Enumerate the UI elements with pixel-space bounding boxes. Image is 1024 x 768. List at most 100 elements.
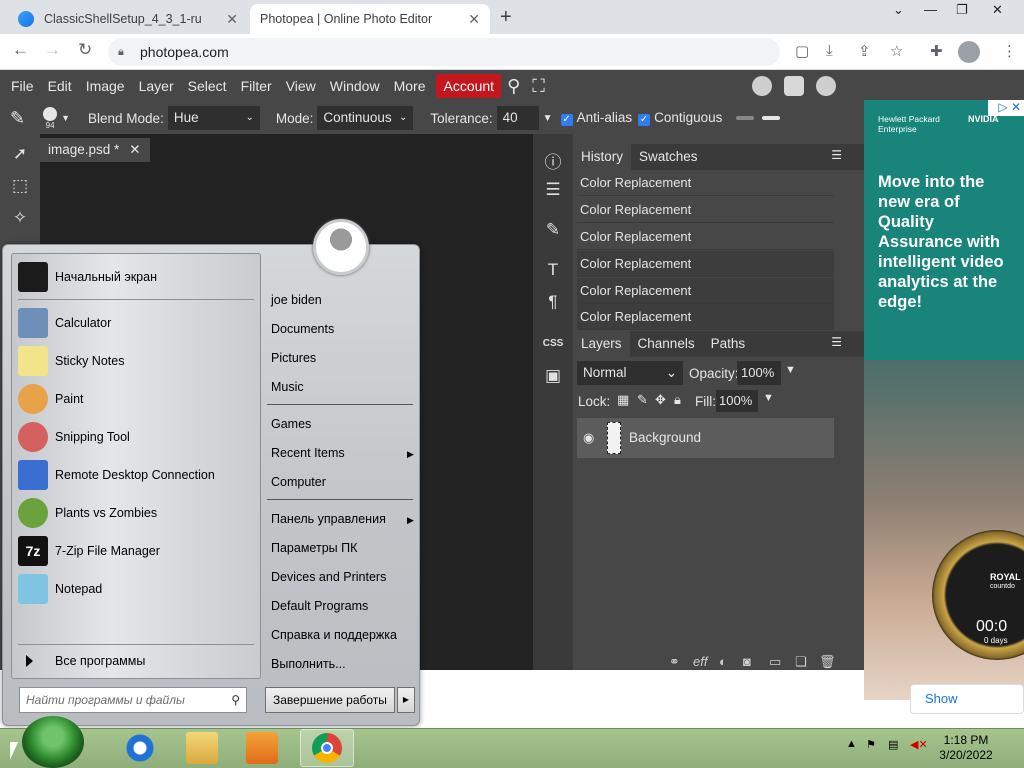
- layer-blend-select[interactable]: Normal ⌄: [577, 361, 683, 385]
- link-computer[interactable]: Computer: [271, 475, 326, 489]
- all-programs-button[interactable]: Все программы: [26, 654, 145, 668]
- show-hidden-icons-icon[interactable]: ▲: [846, 738, 857, 750]
- menu-edit[interactable]: Edit: [41, 74, 79, 98]
- effects-icon[interactable]: eff: [693, 654, 707, 669]
- link-pc-settings[interactable]: Параметры ПК: [271, 541, 357, 555]
- start-button[interactable]: [22, 716, 84, 768]
- text-icon[interactable]: T: [541, 260, 565, 284]
- lock-brush-icon[interactable]: ✎: [637, 392, 648, 408]
- move-tool-icon[interactable]: ➚: [8, 144, 32, 168]
- menu-window[interactable]: Window: [323, 74, 387, 98]
- menu-more[interactable]: More: [387, 74, 433, 98]
- menu-select[interactable]: Select: [181, 74, 234, 98]
- pressure-toggle-icon[interactable]: [736, 116, 755, 120]
- tab-paths[interactable]: Paths: [703, 331, 754, 357]
- internet-explorer-icon[interactable]: [124, 732, 156, 764]
- lock-move-icon[interactable]: ✥: [655, 392, 666, 408]
- menu-file[interactable]: File: [4, 74, 41, 98]
- tolerance-input[interactable]: 40: [496, 106, 539, 130]
- folder-icon[interactable]: ▭: [769, 654, 781, 670]
- history-item[interactable]: Color Replacement: [577, 278, 834, 304]
- link-games[interactable]: Games: [271, 417, 311, 431]
- ad-banner[interactable]: Hewlett Packard Enterprise NVIDIA Move i…: [864, 100, 1024, 700]
- taskbar-clock[interactable]: 1:18 PM 3/20/2022: [936, 733, 996, 763]
- adjustments-icon[interactable]: ☰: [541, 180, 565, 204]
- page-info-icon[interactable]: ▢: [795, 42, 809, 60]
- info-icon[interactable]: ⓘ: [541, 148, 565, 172]
- link-recent-items[interactable]: Recent Items: [271, 446, 345, 460]
- menu-view[interactable]: View: [279, 74, 323, 98]
- shutdown-button[interactable]: Завершение работы: [265, 687, 395, 713]
- tab-channels[interactable]: Channels: [630, 331, 703, 357]
- color-replace-tool-icon[interactable]: ✎: [10, 108, 25, 129]
- mask-icon[interactable]: ◙: [743, 654, 751, 669]
- history-item[interactable]: Color Replacement: [577, 304, 834, 330]
- show-button[interactable]: Show: [910, 684, 1024, 714]
- program-7zip[interactable]: 7z 7-Zip File Manager: [18, 533, 258, 569]
- chevron-down-icon[interactable]: ▼: [763, 392, 774, 404]
- share-icon[interactable]: ⇪: [858, 42, 871, 60]
- address-bar[interactable]: 🔒︎ photopea.com: [108, 38, 780, 66]
- install-icon[interactable]: ⤓: [826, 42, 833, 59]
- menu-filter[interactable]: Filter: [234, 74, 279, 98]
- link-user[interactable]: joe biden: [271, 293, 322, 307]
- close-icon[interactable]: ✕: [129, 142, 140, 157]
- new-tab-button[interactable]: +: [500, 6, 512, 29]
- minimize-icon[interactable]: —: [924, 2, 937, 17]
- magic-wand-tool-icon[interactable]: ✧: [8, 208, 32, 232]
- new-layer-icon[interactable]: ❏: [795, 654, 807, 670]
- link-documents[interactable]: Documents: [271, 322, 334, 336]
- opacity-input[interactable]: 100%: [737, 361, 781, 385]
- history-item[interactable]: Color Replacement: [577, 251, 834, 277]
- fill-input[interactable]: 100%: [716, 390, 758, 412]
- search-icon[interactable]: ⚲: [231, 688, 240, 712]
- back-arrow-icon[interactable]: ←: [12, 40, 29, 60]
- tab-swatches[interactable]: Swatches: [631, 144, 706, 170]
- adjustment-layer-icon[interactable]: ◐: [719, 654, 727, 669]
- anti-alias-checkbox[interactable]: ✓ Anti-alias: [560, 110, 632, 126]
- fullscreen-icon[interactable]: ⛶: [526, 74, 551, 98]
- shutdown-options-button[interactable]: ▶: [397, 687, 415, 713]
- link-pictures[interactable]: Pictures: [271, 351, 316, 365]
- pressure-toggle-icon[interactable]: [762, 116, 781, 120]
- volume-muted-icon[interactable]: ◀✕: [910, 738, 928, 751]
- program-plants-vs-zombies[interactable]: Plants vs Zombies: [18, 495, 258, 531]
- history-item[interactable]: Color Replacement: [577, 197, 834, 223]
- image-icon[interactable]: ▣: [541, 366, 565, 390]
- marquee-tool-icon[interactable]: ⬚: [8, 176, 32, 200]
- brush-size-picker[interactable]: 94: [43, 106, 58, 130]
- css-icon[interactable]: CSS: [541, 338, 565, 362]
- network-icon[interactable]: ▤: [888, 738, 898, 751]
- program-notepad[interactable]: Notepad: [18, 571, 258, 607]
- link-icon[interactable]: ⚭: [669, 654, 680, 670]
- history-item[interactable]: Color Replacement: [577, 170, 834, 196]
- forward-arrow-icon[interactable]: →: [44, 40, 61, 60]
- mode-select[interactable]: Continuous ⌄: [317, 106, 414, 130]
- brush-icon[interactable]: ✎: [541, 220, 565, 244]
- program-calculator[interactable]: Calculator: [18, 305, 258, 341]
- close-icon[interactable]: ✕: [226, 11, 238, 28]
- lock-all-icon[interactable]: 🔒︎: [674, 392, 681, 408]
- chevron-down-icon[interactable]: ▼: [785, 364, 796, 376]
- ad-choices-icon[interactable]: ▷ ✕: [988, 100, 1024, 116]
- link-help-support[interactable]: Справка и поддержка: [271, 628, 397, 642]
- reload-icon[interactable]: ↻: [78, 40, 92, 60]
- link-control-panel[interactable]: Панель управления: [271, 512, 386, 526]
- twitter-icon[interactable]: [784, 76, 804, 96]
- tab-history[interactable]: History: [573, 144, 632, 170]
- tab-classicshell[interactable]: ClassicShellSetup_4_3_1-ru ✕: [8, 4, 248, 34]
- tab-layers[interactable]: Layers: [573, 331, 630, 357]
- program-remote-desktop[interactable]: Remote Desktop Connection: [18, 457, 258, 493]
- program-sticky-notes[interactable]: Sticky Notes: [18, 343, 258, 379]
- chevron-down-icon[interactable]: ▼: [543, 113, 553, 124]
- menu-image[interactable]: Image: [79, 74, 132, 98]
- profile-avatar[interactable]: [958, 41, 980, 63]
- flag-icon[interactable]: ⚑: [866, 738, 876, 751]
- link-default-programs[interactable]: Default Programs: [271, 599, 368, 613]
- tab-photopea[interactable]: Photopea | Online Photo Editor ✕: [250, 4, 490, 90]
- start-search-input[interactable]: Найти программы и файлы ⚲: [19, 687, 247, 713]
- panel-menu-icon[interactable]: ☰: [831, 148, 842, 162]
- panel-menu-icon[interactable]: ☰: [831, 335, 842, 349]
- trash-icon[interactable]: 🗑︎: [819, 654, 836, 670]
- account-button[interactable]: Account: [436, 74, 502, 98]
